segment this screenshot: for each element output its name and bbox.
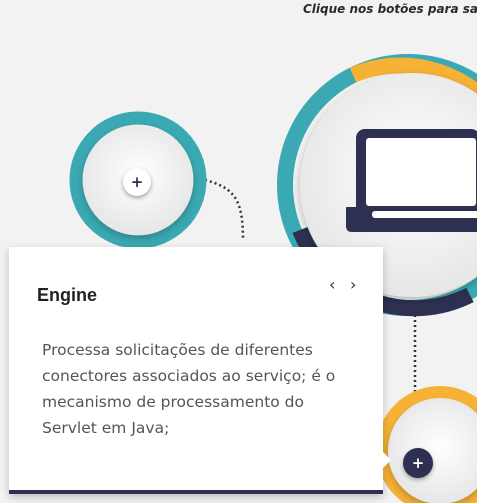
plus-icon: + (411, 454, 425, 472)
laptop-icon (346, 129, 477, 232)
popup-title: Engine (37, 285, 98, 305)
connector-left (204, 178, 245, 241)
plus-icon: + (130, 173, 144, 191)
stage: Clique nos botões para sabe + + Engine ‹… (0, 0, 477, 503)
popup-description: Processa solicitações de diferentes cone… (42, 341, 336, 437)
info-popup: Engine ‹ › Processa solicitações de dife… (9, 247, 391, 494)
expand-left-button[interactable]: + (123, 168, 151, 196)
expand-bottom-button[interactable]: + (403, 448, 433, 478)
prev-arrow-button[interactable]: ‹ (329, 275, 335, 294)
next-arrow-button[interactable]: › (350, 275, 356, 294)
popup-pointer (383, 452, 391, 468)
node-bottom (376, 386, 477, 503)
